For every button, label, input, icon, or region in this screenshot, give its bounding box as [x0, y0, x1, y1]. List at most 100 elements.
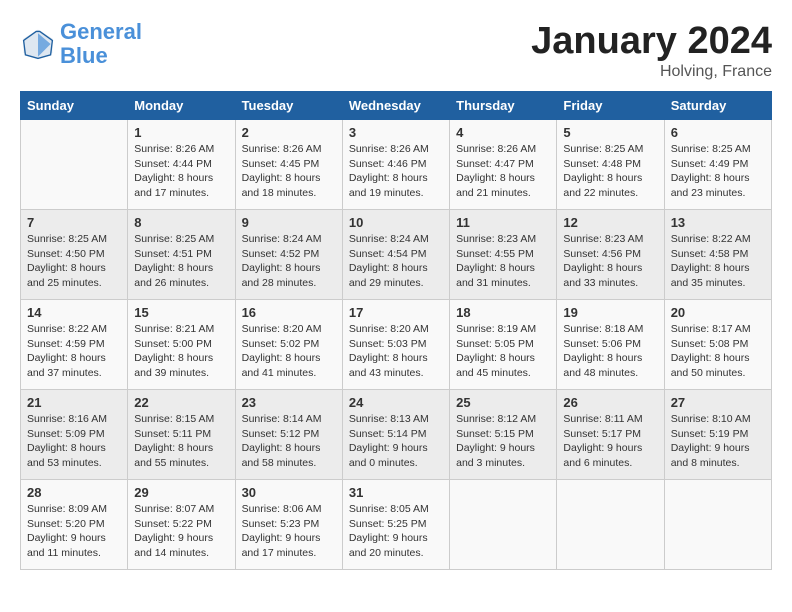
- cell-info: Sunset: 4:51 PM: [134, 247, 228, 262]
- cell-info: Sunset: 5:03 PM: [349, 337, 443, 352]
- cell-info: and 21 minutes.: [456, 186, 550, 201]
- cell-info: Daylight: 8 hours: [134, 441, 228, 456]
- cell-info: Sunrise: 8:09 AM: [27, 502, 121, 517]
- calendar-cell: 8Sunrise: 8:25 AMSunset: 4:51 PMDaylight…: [128, 210, 235, 300]
- cell-info: and 18 minutes.: [242, 186, 336, 201]
- cell-info: Daylight: 8 hours: [671, 171, 765, 186]
- calendar-cell: 6Sunrise: 8:25 AMSunset: 4:49 PMDaylight…: [664, 120, 771, 210]
- calendar-cell: 23Sunrise: 8:14 AMSunset: 5:12 PMDayligh…: [235, 390, 342, 480]
- cell-info: Daylight: 8 hours: [456, 351, 550, 366]
- cell-info: and 37 minutes.: [27, 366, 121, 381]
- cell-info: Sunrise: 8:24 AM: [349, 232, 443, 247]
- header-saturday: Saturday: [664, 92, 771, 120]
- cell-info: Sunset: 4:52 PM: [242, 247, 336, 262]
- cell-info: Daylight: 9 hours: [242, 531, 336, 546]
- title-block: January 2024 Holving, France: [531, 20, 772, 81]
- cell-info: Sunrise: 8:14 AM: [242, 412, 336, 427]
- cell-info: Sunrise: 8:20 AM: [349, 322, 443, 337]
- calendar-cell: 4Sunrise: 8:26 AMSunset: 4:47 PMDaylight…: [450, 120, 557, 210]
- cell-info: Sunrise: 8:25 AM: [563, 142, 657, 157]
- calendar-cell: 18Sunrise: 8:19 AMSunset: 5:05 PMDayligh…: [450, 300, 557, 390]
- cell-info: and 35 minutes.: [671, 276, 765, 291]
- calendar-week-row: 1Sunrise: 8:26 AMSunset: 4:44 PMDaylight…: [21, 120, 772, 210]
- cell-info: Sunset: 4:55 PM: [456, 247, 550, 262]
- cell-info: Daylight: 8 hours: [563, 171, 657, 186]
- month-title: January 2024: [531, 20, 772, 63]
- logo-text: GeneralBlue: [60, 20, 142, 68]
- calendar-week-row: 28Sunrise: 8:09 AMSunset: 5:20 PMDayligh…: [21, 480, 772, 570]
- header-wednesday: Wednesday: [342, 92, 449, 120]
- cell-info: Sunset: 4:48 PM: [563, 157, 657, 172]
- day-number: 27: [671, 395, 765, 410]
- cell-info: Daylight: 8 hours: [27, 351, 121, 366]
- cell-info: Sunrise: 8:05 AM: [349, 502, 443, 517]
- calendar-cell: 14Sunrise: 8:22 AMSunset: 4:59 PMDayligh…: [21, 300, 128, 390]
- cell-info: and 17 minutes.: [242, 546, 336, 561]
- header-tuesday: Tuesday: [235, 92, 342, 120]
- calendar-cell: 11Sunrise: 8:23 AMSunset: 4:55 PMDayligh…: [450, 210, 557, 300]
- calendar-cell: 31Sunrise: 8:05 AMSunset: 5:25 PMDayligh…: [342, 480, 449, 570]
- cell-info: Sunrise: 8:17 AM: [671, 322, 765, 337]
- cell-info: Sunrise: 8:25 AM: [671, 142, 765, 157]
- cell-info: Sunrise: 8:26 AM: [134, 142, 228, 157]
- cell-info: Sunrise: 8:19 AM: [456, 322, 550, 337]
- cell-info: Sunset: 5:15 PM: [456, 427, 550, 442]
- day-number: 5: [563, 125, 657, 140]
- calendar-table: SundayMondayTuesdayWednesdayThursdayFrid…: [20, 91, 772, 570]
- cell-info: Sunset: 4:50 PM: [27, 247, 121, 262]
- cell-info: Sunrise: 8:06 AM: [242, 502, 336, 517]
- calendar-week-row: 7Sunrise: 8:25 AMSunset: 4:50 PMDaylight…: [21, 210, 772, 300]
- cell-info: Sunset: 5:12 PM: [242, 427, 336, 442]
- day-number: 21: [27, 395, 121, 410]
- cell-info: Sunrise: 8:25 AM: [27, 232, 121, 247]
- cell-info: and 43 minutes.: [349, 366, 443, 381]
- calendar-cell: 7Sunrise: 8:25 AMSunset: 4:50 PMDaylight…: [21, 210, 128, 300]
- cell-info: Sunrise: 8:26 AM: [242, 142, 336, 157]
- cell-info: Sunset: 4:46 PM: [349, 157, 443, 172]
- calendar-cell: 19Sunrise: 8:18 AMSunset: 5:06 PMDayligh…: [557, 300, 664, 390]
- cell-info: and 11 minutes.: [27, 546, 121, 561]
- calendar-cell: [450, 480, 557, 570]
- cell-info: Daylight: 9 hours: [134, 531, 228, 546]
- day-number: 3: [349, 125, 443, 140]
- calendar-week-row: 14Sunrise: 8:22 AMSunset: 4:59 PMDayligh…: [21, 300, 772, 390]
- cell-info: Daylight: 8 hours: [456, 261, 550, 276]
- day-number: 9: [242, 215, 336, 230]
- location-title: Holving, France: [531, 63, 772, 81]
- day-number: 26: [563, 395, 657, 410]
- cell-info: Daylight: 8 hours: [456, 171, 550, 186]
- cell-info: Sunset: 5:25 PM: [349, 517, 443, 532]
- day-number: 6: [671, 125, 765, 140]
- page-header: GeneralBlue January 2024 Holving, France: [20, 20, 772, 81]
- day-number: 17: [349, 305, 443, 320]
- day-number: 20: [671, 305, 765, 320]
- cell-info: and 8 minutes.: [671, 456, 765, 471]
- cell-info: Sunset: 5:23 PM: [242, 517, 336, 532]
- calendar-cell: 22Sunrise: 8:15 AMSunset: 5:11 PMDayligh…: [128, 390, 235, 480]
- calendar-cell: 15Sunrise: 8:21 AMSunset: 5:00 PMDayligh…: [128, 300, 235, 390]
- calendar-header-row: SundayMondayTuesdayWednesdayThursdayFrid…: [21, 92, 772, 120]
- calendar-cell: 17Sunrise: 8:20 AMSunset: 5:03 PMDayligh…: [342, 300, 449, 390]
- cell-info: Sunset: 4:45 PM: [242, 157, 336, 172]
- cell-info: and 45 minutes.: [456, 366, 550, 381]
- calendar-cell: 9Sunrise: 8:24 AMSunset: 4:52 PMDaylight…: [235, 210, 342, 300]
- cell-info: Sunset: 5:22 PM: [134, 517, 228, 532]
- cell-info: Daylight: 8 hours: [563, 261, 657, 276]
- day-number: 4: [456, 125, 550, 140]
- cell-info: and 58 minutes.: [242, 456, 336, 471]
- header-thursday: Thursday: [450, 92, 557, 120]
- cell-info: Daylight: 8 hours: [134, 171, 228, 186]
- cell-info: Sunset: 5:20 PM: [27, 517, 121, 532]
- cell-info: and 39 minutes.: [134, 366, 228, 381]
- cell-info: and 17 minutes.: [134, 186, 228, 201]
- cell-info: Daylight: 8 hours: [671, 261, 765, 276]
- cell-info: and 14 minutes.: [134, 546, 228, 561]
- calendar-cell: [21, 120, 128, 210]
- calendar-week-row: 21Sunrise: 8:16 AMSunset: 5:09 PMDayligh…: [21, 390, 772, 480]
- calendar-cell: [557, 480, 664, 570]
- day-number: 19: [563, 305, 657, 320]
- calendar-cell: 30Sunrise: 8:06 AMSunset: 5:23 PMDayligh…: [235, 480, 342, 570]
- cell-info: Daylight: 8 hours: [134, 261, 228, 276]
- day-number: 25: [456, 395, 550, 410]
- cell-info: Sunset: 4:58 PM: [671, 247, 765, 262]
